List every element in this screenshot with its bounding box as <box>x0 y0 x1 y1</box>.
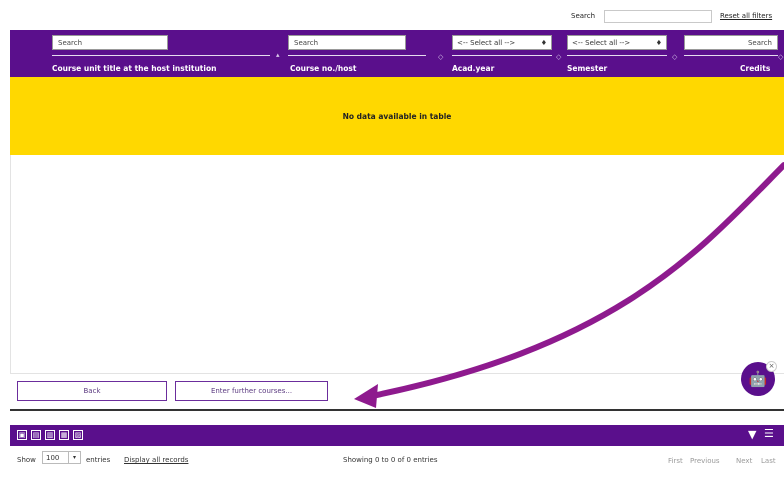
chevron-down-icon: ♦ <box>655 39 662 47</box>
column-header-course-title[interactable]: Course unit title at the host institutio… <box>52 64 216 73</box>
global-search-input[interactable] <box>604 10 712 23</box>
sort-icon[interactable]: ◇ <box>438 53 443 61</box>
settings-sliders-icon[interactable]: ☰ <box>764 427 774 440</box>
course-title-filter[interactable]: Search <box>52 35 168 50</box>
chatbot-icon: 🤖 <box>748 370 768 388</box>
reset-filters-link[interactable]: Reset all filters <box>720 12 772 20</box>
column-header-semester[interactable]: Semester <box>567 64 607 73</box>
excel-export-icon[interactable]: ▤ <box>31 430 41 440</box>
close-icon[interactable]: × <box>766 361 777 372</box>
semester-select[interactable]: <-- Select all --> ♦ <box>567 35 667 50</box>
empty-table-row: No data available in table <box>10 77 784 155</box>
course-no-filter[interactable]: Search <box>288 35 406 50</box>
pagination-last[interactable]: Last <box>761 457 776 465</box>
sort-icon[interactable]: ◇ <box>556 53 561 61</box>
showing-entries-info: Showing 0 to 0 of 0 entries <box>343 456 438 464</box>
filter-icon[interactable]: ▼ <box>748 428 756 441</box>
global-search-label: Search <box>571 12 596 20</box>
table-body <box>10 155 784 374</box>
pdf-export-icon[interactable]: ▣ <box>17 430 27 440</box>
empty-table-message: No data available in table <box>342 111 452 121</box>
chevron-down-icon[interactable]: ▾ <box>69 451 81 464</box>
back-button[interactable]: Back <box>17 381 167 401</box>
export-toolbar <box>10 425 784 446</box>
table-view-icon[interactable]: ▥ <box>45 430 55 440</box>
semester-selected: <-- Select all --> <box>572 39 631 47</box>
image-export-icon[interactable]: ▨ <box>73 430 83 440</box>
chevron-down-icon: ♦ <box>540 39 547 47</box>
column-divider <box>684 55 778 56</box>
acad-year-select[interactable]: <-- Select all --> ♦ <box>452 35 552 50</box>
sort-icon[interactable]: ◇ <box>672 53 677 61</box>
sort-icon[interactable]: ▴ <box>276 51 280 59</box>
column-header-course-no[interactable]: Course no./host <box>290 64 356 73</box>
pagination-previous[interactable]: Previous <box>690 457 720 465</box>
show-label: Show <box>17 456 36 464</box>
enter-further-courses-button[interactable]: Enter further courses... <box>175 381 328 401</box>
columns-icon[interactable]: ▦ <box>59 430 69 440</box>
column-divider <box>567 55 667 56</box>
column-divider <box>452 55 552 56</box>
display-all-records-link[interactable]: Display all records <box>124 456 188 464</box>
credits-filter[interactable]: Search <box>684 35 778 50</box>
column-header-credits[interactable]: Credits <box>740 64 770 73</box>
acad-year-selected: <-- Select all --> <box>457 39 516 47</box>
section-divider <box>10 409 784 411</box>
column-header-acad-year[interactable]: Acad.year <box>452 64 494 73</box>
pagination-first[interactable]: First <box>668 457 683 465</box>
pagination-next[interactable]: Next <box>736 457 752 465</box>
entries-label: entries <box>86 456 111 464</box>
sort-icon[interactable]: ◇ <box>778 53 783 61</box>
column-divider <box>288 55 426 56</box>
entries-per-page-select[interactable]: 100 <box>42 451 69 464</box>
column-divider <box>52 55 270 56</box>
